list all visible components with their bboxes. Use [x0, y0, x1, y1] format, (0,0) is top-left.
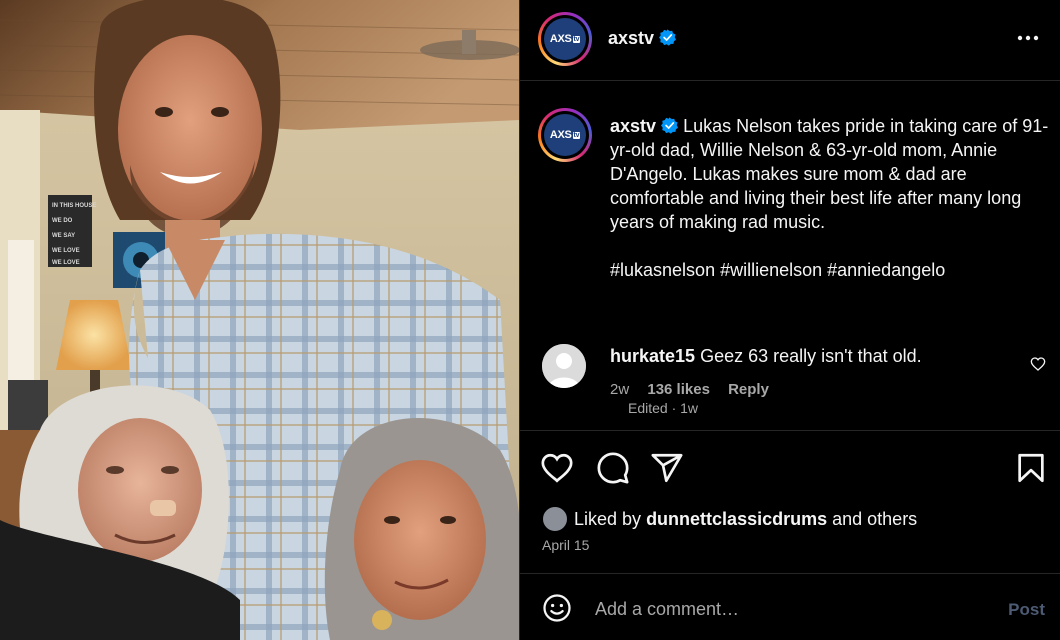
axstv-logo: AXS tv — [544, 18, 586, 60]
svg-text:WE DO: WE DO — [52, 218, 73, 224]
post-date[interactable]: April 15 — [542, 537, 589, 553]
liked-by-prefix: Liked by — [574, 509, 642, 529]
comment-likes[interactable]: 136 likes — [647, 381, 710, 398]
post-actions-bar — [520, 430, 1060, 510]
logo-text: AXS — [549, 129, 572, 141]
logo-badge: tv — [572, 131, 581, 139]
edited-timestamp: Edited · 1w — [628, 400, 699, 416]
svg-text:WE SAY: WE SAY — [52, 233, 75, 239]
svg-text:WE LOVE: WE LOVE — [52, 260, 80, 266]
svg-text:IN THIS HOUSE: IN THIS HOUSE — [52, 203, 96, 209]
like-heart-icon[interactable] — [540, 451, 574, 485]
liked-by-user[interactable]: dunnettclassicdrums — [646, 509, 827, 529]
verified-badge-icon — [661, 117, 679, 134]
caption-hashtags[interactable]: #lukasnelson #willienelson #anniedangelo — [610, 258, 1050, 282]
add-comment-input[interactable] — [595, 596, 975, 622]
caption-avatar[interactable]: AXS tv — [538, 108, 592, 162]
post-detail-panel: AXS tv axstv AXS tv axstv Lukas Nelson t… — [519, 0, 1060, 640]
header-username[interactable]: axstv — [608, 28, 654, 48]
commenter-avatar[interactable] — [542, 344, 586, 388]
comment-text-block: hurkate15 Geez 63 really isn't that old. — [610, 346, 922, 367]
emoji-picker-icon[interactable] — [542, 593, 572, 623]
default-avatar-icon — [542, 344, 586, 388]
liked-by-line: Liked by dunnettclassicdrums and others — [542, 506, 917, 532]
comment-like-heart-icon[interactable] — [1030, 356, 1046, 372]
post-header: AXS tv axstv — [520, 0, 1060, 81]
caption-username[interactable]: axstv — [610, 116, 656, 136]
logo-text: AXS — [549, 33, 572, 45]
comment-reply-button[interactable]: Reply — [728, 381, 769, 398]
post-comment-button[interactable]: Post — [1008, 600, 1045, 620]
post-photo[interactable]: IN THIS HOUSE WE DO WE SAY WE LOVE WE LO… — [0, 0, 519, 640]
more-horizontal-icon — [1017, 35, 1039, 41]
save-bookmark-icon[interactable] — [1014, 451, 1048, 485]
comment-age[interactable]: 2w — [610, 381, 629, 398]
liker-avatar[interactable] — [542, 506, 568, 532]
logo-badge: tv — [572, 35, 581, 43]
comment-text: Geez 63 really isn't that old. — [700, 346, 922, 366]
axstv-logo: AXS tv — [544, 114, 586, 156]
author-username[interactable]: axstv — [608, 28, 677, 49]
verified-badge-icon — [659, 29, 677, 46]
share-send-icon[interactable] — [650, 451, 684, 485]
comment-bubble-icon[interactable] — [596, 451, 630, 485]
comment-meta: 2w 136 likes Reply — [610, 381, 783, 398]
svg-text:WE LOVE: WE LOVE — [52, 248, 80, 254]
more-options-button[interactable] — [1016, 26, 1040, 54]
post-image: IN THIS HOUSE WE DO WE SAY WE LOVE WE LO… — [0, 0, 519, 640]
comment-username[interactable]: hurkate15 — [610, 346, 695, 366]
author-avatar[interactable]: AXS tv — [538, 12, 592, 66]
liked-by-suffix[interactable]: and others — [832, 509, 917, 529]
add-comment-bar: Post — [520, 573, 1060, 640]
caption-text-block: axstv Lukas Nelson takes pride in taking… — [610, 114, 1050, 282]
